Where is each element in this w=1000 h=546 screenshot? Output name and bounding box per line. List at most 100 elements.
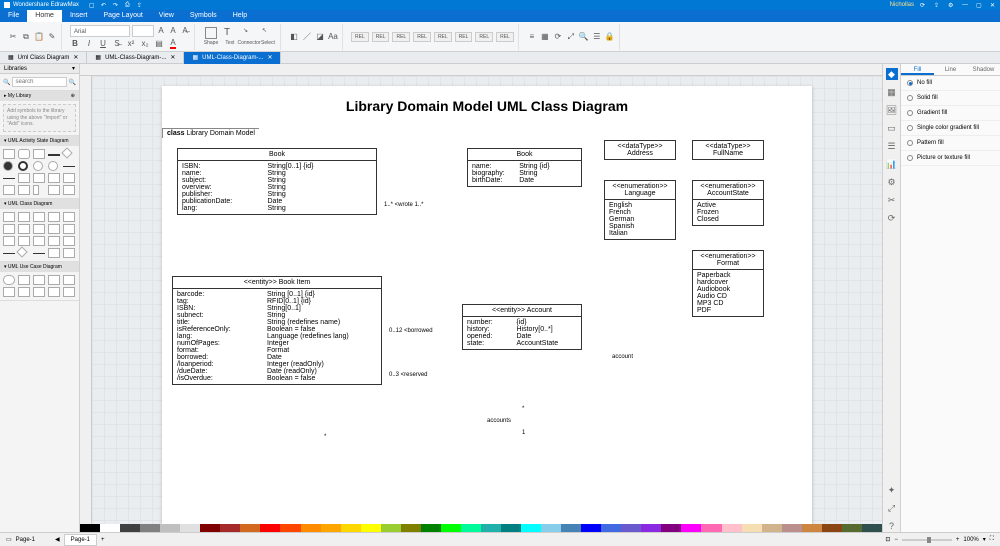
swatch[interactable] xyxy=(822,524,842,532)
fill-option-2[interactable]: Gradient fill xyxy=(901,106,1000,121)
swatch[interactable] xyxy=(722,524,742,532)
text-tool[interactable]: TText xyxy=(222,27,238,46)
menu-help[interactable]: Help xyxy=(225,10,255,22)
strip-clip-icon[interactable]: ✂ xyxy=(886,194,898,206)
swatch[interactable] xyxy=(441,524,461,532)
swatch[interactable] xyxy=(661,524,681,532)
underline-icon[interactable]: U xyxy=(98,39,108,49)
shape-uc4[interactable] xyxy=(48,275,60,285)
swatch[interactable] xyxy=(461,524,481,532)
lock-icon[interactable]: 🔒 xyxy=(605,32,615,42)
align-icon[interactable]: ≡ xyxy=(527,32,537,42)
rel-btn-1[interactable]: REL xyxy=(351,32,369,42)
swatch[interactable] xyxy=(601,524,621,532)
shape-uc9[interactable] xyxy=(63,287,75,297)
line-icon[interactable]: ／ xyxy=(302,32,312,42)
usecase-header[interactable]: ▾ UML Use Case Diagram xyxy=(0,262,79,272)
strip-chart-icon[interactable]: 📊 xyxy=(886,158,898,170)
shape-pkg5[interactable] xyxy=(63,236,75,246)
shape-box[interactable] xyxy=(33,149,45,159)
qat-save-icon[interactable]: ▢ xyxy=(89,2,95,8)
rel-btn-4[interactable]: REL xyxy=(413,32,431,42)
strip-history-icon[interactable]: ⟳ xyxy=(886,212,898,224)
rel-btn-8[interactable]: REL xyxy=(496,32,514,42)
rotate-icon[interactable]: ⟳ xyxy=(553,32,563,42)
zoom-slider[interactable] xyxy=(902,539,952,541)
class-book-item[interactable]: <<entity>> Book Item barcode:String [0..… xyxy=(172,276,382,385)
shape-interface[interactable] xyxy=(3,224,15,234)
share-icon[interactable]: ⇪ xyxy=(934,2,940,8)
italic-icon[interactable]: I xyxy=(84,39,94,49)
copy-icon[interactable]: ⧉ xyxy=(21,32,31,42)
shape-dep[interactable] xyxy=(16,246,27,257)
page-nav-icon[interactable]: ▭ xyxy=(6,536,12,543)
shape-class2[interactable] xyxy=(18,212,30,222)
shape-uc3[interactable] xyxy=(33,275,45,285)
shape-line2[interactable] xyxy=(3,178,15,179)
shape-circle2[interactable] xyxy=(48,161,58,171)
swatch[interactable] xyxy=(862,524,882,532)
swatch[interactable] xyxy=(341,524,361,532)
shape-interface2[interactable] xyxy=(18,224,30,234)
swatch[interactable] xyxy=(180,524,200,532)
strip-prop-icon[interactable]: ⚙ xyxy=(886,176,898,188)
shape-class4[interactable] xyxy=(48,212,60,222)
shape-rect4[interactable] xyxy=(48,173,60,183)
doc-tab-0[interactable]: ▦Uml Class Diagram✕ xyxy=(0,52,87,64)
enum-format[interactable]: <<enumeration>>Format Paperbackhardcover… xyxy=(692,250,764,317)
qat-export-icon[interactable]: ⇪ xyxy=(137,2,143,8)
swatch[interactable] xyxy=(842,524,862,532)
menu-view[interactable]: View xyxy=(151,10,182,22)
shape-rect[interactable] xyxy=(3,149,15,159)
fill-option-3[interactable]: Single color gradient fill xyxy=(901,121,1000,136)
swatch[interactable] xyxy=(80,524,100,532)
paste-icon[interactable]: 📋 xyxy=(34,32,44,42)
enum-account-state[interactable]: <<enumeration>>AccountState ActiveFrozen… xyxy=(692,180,764,226)
shape-bold-line[interactable] xyxy=(48,154,60,156)
settings-icon[interactable]: ⚙ xyxy=(948,2,954,8)
swatch[interactable] xyxy=(321,524,341,532)
shape-actor[interactable] xyxy=(3,287,15,297)
swatch[interactable] xyxy=(701,524,721,532)
menu-page-layout[interactable]: Page Layout xyxy=(95,10,150,22)
qat-undo-icon[interactable]: ↶ xyxy=(101,2,107,8)
swatch[interactable] xyxy=(581,524,601,532)
fill-option-0[interactable]: No fill xyxy=(901,76,1000,91)
shape-interface3[interactable] xyxy=(33,224,45,234)
close-tab-icon[interactable]: ✕ xyxy=(73,52,78,64)
superscript-icon[interactable]: x² xyxy=(126,39,136,49)
enum-language[interactable]: <<enumeration>>Language EnglishFrenchGer… xyxy=(604,180,676,240)
swatch[interactable] xyxy=(641,524,661,532)
menu-insert[interactable]: Insert xyxy=(62,10,96,22)
page-prev-icon[interactable]: ◀ xyxy=(55,536,60,543)
menu-home[interactable]: Home xyxy=(27,10,62,22)
fill-option-4[interactable]: Pattern fill xyxy=(901,136,1000,151)
strip-help-icon[interactable]: ? xyxy=(886,520,898,532)
grow-font-icon[interactable]: A xyxy=(156,26,166,36)
tab-fill[interactable]: Fill xyxy=(901,64,934,75)
qat-redo-icon[interactable]: ↷ xyxy=(113,2,119,8)
shape-box4[interactable] xyxy=(33,185,39,195)
activity-state-header[interactable]: ▾ UML Activity State Diagram xyxy=(0,136,79,146)
rel-btn-6[interactable]: REL xyxy=(455,32,473,42)
text-highlight-icon[interactable]: ▤ xyxy=(154,39,164,49)
swatch[interactable] xyxy=(501,524,521,532)
class-book[interactable]: Book ISBN:String[0..1] {id}name:Stringsu… xyxy=(177,148,377,215)
strip-theme-icon[interactable]: ▦ xyxy=(886,86,898,98)
layers-icon[interactable]: ☰ xyxy=(592,32,602,42)
font-size-select[interactable] xyxy=(132,25,154,37)
find-icon[interactable]: 🔍 xyxy=(579,32,589,42)
canvas-area[interactable]: Library Domain Model UML Class Diagram c… xyxy=(92,76,882,532)
swatch[interactable] xyxy=(481,524,501,532)
tab-line[interactable]: Line xyxy=(934,64,967,75)
swatch[interactable] xyxy=(301,524,321,532)
strip-page-icon[interactable]: ▭ xyxy=(886,122,898,134)
strip-fullscreen-icon[interactable]: ⤢ xyxy=(886,502,898,514)
shape-final[interactable] xyxy=(18,161,28,171)
class-diagram-header[interactable]: ▾ UML Class Diagram xyxy=(0,199,79,209)
minimize-icon[interactable]: — xyxy=(962,2,968,8)
shape-end[interactable] xyxy=(33,161,43,171)
doc-tab-2[interactable]: ▦UML-Class-Diagram-...✕ xyxy=(184,52,281,64)
fullscreen-icon[interactable]: ⛶ xyxy=(990,536,994,543)
drawing-page[interactable]: Library Domain Model UML Class Diagram c… xyxy=(162,86,812,526)
